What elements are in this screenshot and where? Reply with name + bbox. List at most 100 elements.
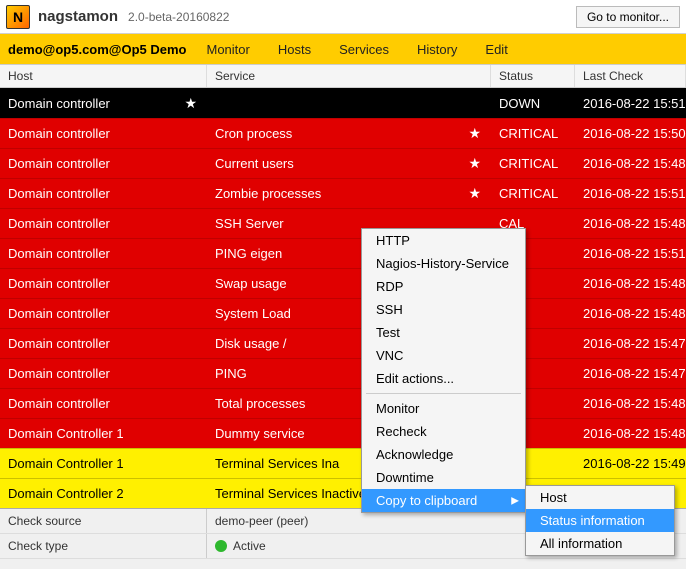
host-text: Domain Controller 2 [8,486,124,501]
host-text: Domain controller [8,216,110,231]
app-name: nagstamon [38,8,118,25]
star-icon: ★ [468,125,481,142]
table-row[interactable]: Domain Controller 1 Terminal Services Ina… [0,448,686,478]
cell-last-check: 2016-08-22 15:48:23 [575,299,686,328]
menu-edit[interactable]: Edit [485,42,507,57]
menu-history[interactable]: History [417,42,457,57]
cell-last-check: 2016-08-22 15:48:46 [575,419,686,448]
col-host[interactable]: Host [0,65,207,87]
active-status-icon [215,540,227,552]
host-text: Domain controller [8,336,110,351]
server-label[interactable]: demo@op5.com@Op5 Demo [8,42,187,57]
sub-host[interactable]: Host [526,486,674,509]
col-last-check[interactable]: Last Check [575,65,686,87]
menu-services[interactable]: Services [339,42,389,57]
cell-last-check: 2016-08-22 15:51:04 [575,239,686,268]
app-version: 2.0-beta-20160822 [128,10,229,24]
cell-host: Domain Controller 2 [0,479,207,508]
service-text: PING [215,366,247,381]
table-row[interactable]: Domain Controller 1Dummy serviceCAL2016-… [0,418,686,448]
cell-last-check: 2016-08-22 15:48:23 [575,149,686,178]
service-text: PING eigen [215,246,282,261]
host-text: Domain controller [8,186,110,201]
host-text: Domain controller [8,396,110,411]
service-text: Terminal Services Ina [215,456,339,471]
host-text: Domain controller [8,276,110,291]
cell-service: Current users★ [207,149,491,178]
cell-last-check: 2016-08-22 15:49:58 [575,449,686,478]
cell-last-check: 2016-08-22 15:50:41 [575,119,686,148]
table-row[interactable]: Domain controllerPING eigenCAL2016-08-22… [0,238,686,268]
service-text: Zombie processes [215,186,321,201]
table-row[interactable]: Domain controllerCron process★CRITICAL20… [0,118,686,148]
table-row[interactable]: Domain controllerPINGCAL2016-08-22 15:47… [0,358,686,388]
cell-host: Domain controller [0,329,207,358]
service-text: Dummy service [215,426,305,441]
ctx-monitor[interactable]: Monitor [362,397,525,420]
ctx-copy-label: Copy to clipboard [376,493,477,508]
cell-host: Domain controller [0,389,207,418]
cell-host: Domain controller [0,209,207,238]
ctx-acknowledge[interactable]: Acknowledge [362,443,525,466]
cell-last-check: 2016-08-22 15:51:20 [575,179,686,208]
cell-status: CRITICAL [491,149,575,178]
ctx-test[interactable]: Test [362,321,525,344]
cell-host: Domain controller [0,299,207,328]
cell-host: Domain controller★ [0,88,207,118]
cell-host: Domain controller [0,239,207,268]
detail-check-source-value: demo-peer (peer) [207,514,316,528]
table-row[interactable]: Domain controllerSwap usageCAL2016-08-22… [0,268,686,298]
host-text: Domain controller [8,96,110,111]
cell-host: Domain Controller 1 [0,419,207,448]
cell-last-check: 2016-08-22 15:51:23 [575,88,686,118]
menu-monitor[interactable]: Monitor [207,42,250,57]
table-row[interactable]: Domain controllerSystem LoadCAL2016-08-2… [0,298,686,328]
menu-hosts[interactable]: Hosts [278,42,311,57]
star-icon: ★ [468,185,481,202]
host-text: Domain controller [8,156,110,171]
cell-host: Domain controller [0,149,207,178]
context-menu: HTTP Nagios-History-Service RDP SSH Test… [361,228,526,513]
table-row[interactable]: Domain controller Zombie processes ★ CRITIC… [0,178,686,208]
cell-host: Domain Controller 1 [0,449,207,478]
col-status[interactable]: Status [491,65,575,87]
ctx-copy-to-clipboard[interactable]: Copy to clipboard ▶ [362,489,525,512]
app-logo-icon: N [6,5,30,29]
ctx-vnc[interactable]: VNC [362,344,525,367]
cell-host: Domain controller [0,269,207,298]
cell-status: CRITICAL [491,179,575,208]
cell-service: Zombie processes ★ [207,179,491,208]
ctx-downtime[interactable]: Downtime [362,466,525,489]
menu-bar: demo@op5.com@Op5 Demo Monitor Hosts Serv… [0,34,686,64]
host-text: Domain Controller 1 [8,426,124,441]
cell-service: Cron process★ [207,119,491,148]
cell-service [207,88,491,118]
go-to-monitor-button[interactable]: Go to monitor... [576,6,680,28]
cell-host: Domain controller [0,179,207,208]
submenu-arrow-icon: ▶ [511,495,519,506]
table-row[interactable]: Domain controllerTotal processesCAL2016-… [0,388,686,418]
cell-host: Domain controller [0,359,207,388]
table-row[interactable]: Domain controller Current users★CRITICAL2… [0,148,686,178]
table-row[interactable]: Domain controllerDisk usage /CAL2016-08-… [0,328,686,358]
context-submenu: Host Status information All information [525,485,675,556]
table-row[interactable]: Domain controllerSSH ServerCAL2016-08-22… [0,208,686,238]
ctx-http[interactable]: HTTP [362,229,525,252]
service-text: Disk usage / [215,336,287,351]
sub-all-information[interactable]: All information [526,532,674,555]
service-text: SSH Server [215,216,284,231]
ctx-edit-actions[interactable]: Edit actions... [362,367,525,390]
ctx-rdp[interactable]: RDP [362,275,525,298]
ctx-nagios-history[interactable]: Nagios-History-Service [362,252,525,275]
cell-last-check: 2016-08-22 15:48:08 [575,389,686,418]
detail-check-type-text: Active [233,539,266,553]
host-text: Domain controller [8,306,110,321]
ctx-separator [366,393,521,394]
table-row[interactable]: Domain controller★DOWN2016-08-22 15:51:2… [0,88,686,118]
ctx-ssh[interactable]: SSH [362,298,525,321]
service-text: Current users [215,156,294,171]
sub-status-information[interactable]: Status information [526,509,674,532]
cell-last-check: 2016-08-22 15:48:03 [575,209,686,238]
col-service[interactable]: Service [207,65,491,87]
ctx-recheck[interactable]: Recheck [362,420,525,443]
